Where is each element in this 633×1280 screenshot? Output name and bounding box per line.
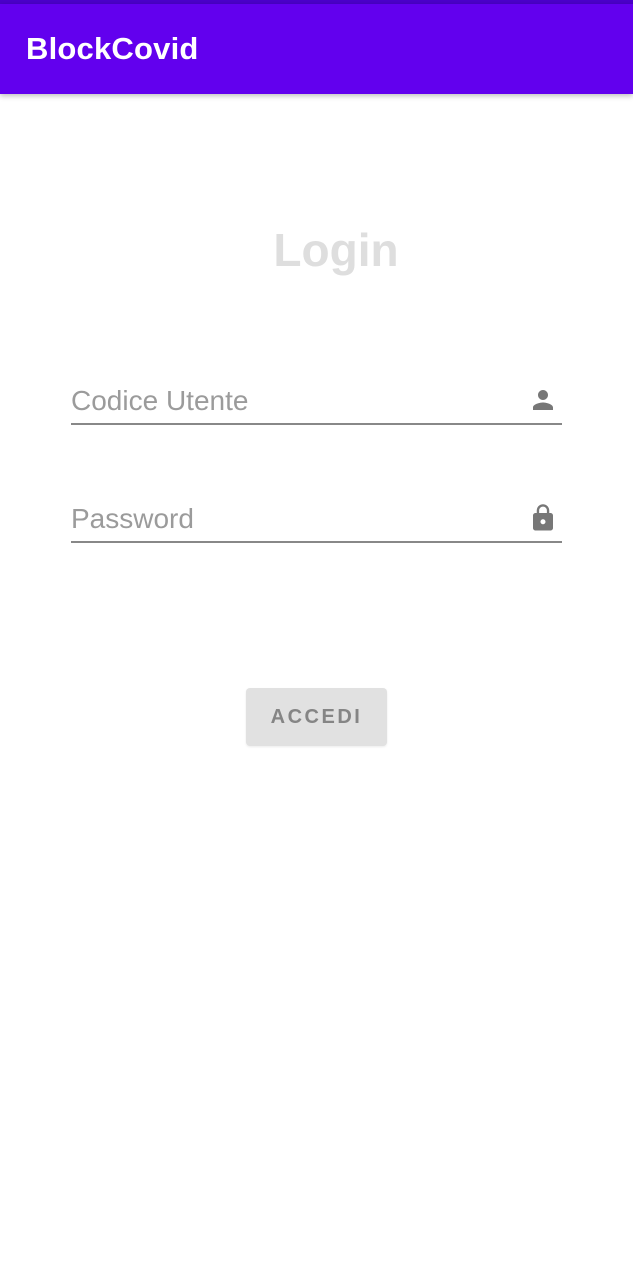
person-icon bbox=[533, 390, 553, 410]
password-input[interactable] bbox=[71, 499, 511, 539]
page-title: Login bbox=[273, 224, 399, 276]
login-button[interactable]: ACCEDI bbox=[246, 688, 387, 746]
user-code-field bbox=[71, 369, 562, 425]
lock-icon bbox=[533, 504, 553, 531]
password-field bbox=[71, 487, 562, 543]
app-title: BlockCovid bbox=[26, 31, 199, 66]
app-bar: BlockCovid bbox=[0, 4, 633, 94]
user-code-input[interactable] bbox=[71, 381, 511, 421]
